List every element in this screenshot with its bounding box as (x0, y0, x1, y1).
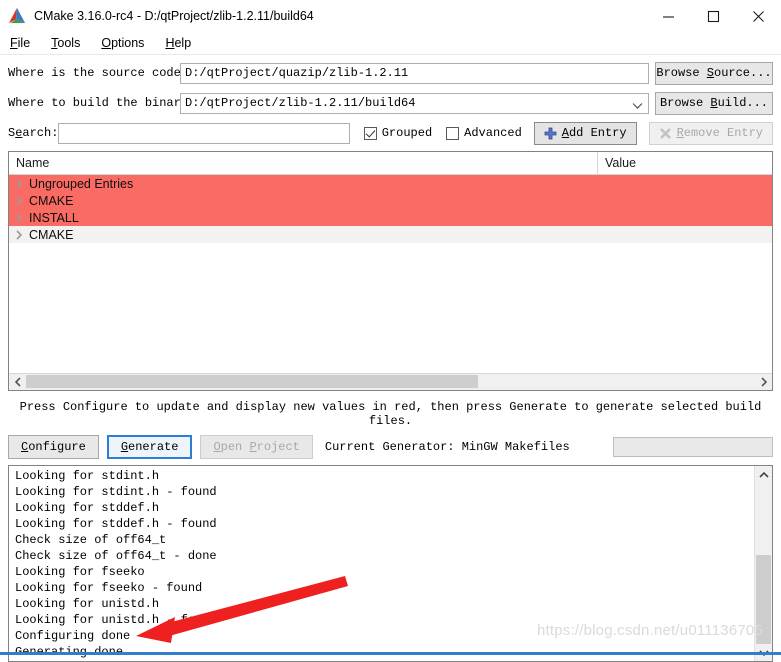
remove-entry-button: Remove Entry (648, 121, 773, 145)
browse-source-button[interactable]: Browse Source... (655, 61, 773, 85)
table-row-name: CMAKE (29, 193, 74, 208)
table-row[interactable]: Ungrouped Entries (9, 175, 772, 192)
scrollbar-track[interactable] (755, 483, 772, 644)
scrollbar-thumb[interactable] (26, 375, 478, 388)
configure-button[interactable]: Configure (8, 435, 99, 459)
expand-chevron-icon[interactable] (9, 195, 29, 206)
browse-build-button[interactable]: Browse Build... (655, 91, 773, 115)
build-label: Where to build the binaries: (8, 96, 210, 110)
table-row-name: CMAKE (29, 227, 74, 242)
table-row[interactable]: CMAKE (9, 192, 772, 209)
cache-entries-table[interactable]: Name Value Ungrouped Entries CMAKE INSTA… (8, 151, 773, 391)
scroll-left-icon[interactable] (9, 374, 26, 390)
action-button-row: Configure Generate Open Project Current … (8, 435, 773, 459)
log-output-panel[interactable]: Looking for stdint.h Looking for stdint.… (8, 465, 773, 662)
browse-build-label: Browse Build... (659, 96, 769, 110)
menu-bar: File Tools Options Help (0, 32, 781, 54)
menu-item-help[interactable]: Help (163, 34, 201, 52)
remove-x-icon (659, 127, 672, 140)
menu-item-tools[interactable]: Tools (49, 34, 90, 52)
current-generator-label: Current Generator: MinGW Makefiles (324, 440, 570, 454)
expand-chevron-icon[interactable] (9, 229, 29, 240)
search-row: Search: Grouped Advanced Add Entry Remov… (8, 121, 773, 145)
menu-item-options[interactable]: Options (99, 34, 154, 52)
search-label: Search: (8, 126, 59, 140)
progress-bar (613, 437, 773, 457)
browse-source-label: Browse Source... (656, 66, 772, 80)
path-form: Where is the source code: D:/qtProject/q… (0, 55, 781, 145)
minimize-icon[interactable] (646, 0, 691, 32)
log-vertical-scrollbar[interactable] (754, 466, 772, 661)
table-header: Name Value (9, 152, 772, 175)
column-header-value[interactable]: Value (597, 152, 772, 174)
remove-entry-label: Remove Entry (676, 126, 763, 140)
open-project-button: Open Project (200, 435, 313, 459)
open-project-label: Open Project (213, 440, 300, 454)
title-bar: CMake 3.16.0-rc4 - D:/qtProject/zlib-1.2… (0, 0, 781, 32)
cmake-logo-icon (7, 6, 27, 26)
search-input[interactable] (58, 122, 350, 144)
menu-item-file-label: ile (17, 36, 31, 50)
column-header-name[interactable]: Name (9, 152, 597, 174)
menu-item-file[interactable]: File (8, 34, 40, 52)
table-row-name: Ungrouped Entries (29, 176, 134, 191)
log-output-text: Looking for stdint.h Looking for stdint.… (15, 469, 217, 659)
menu-item-help-label: elp (174, 36, 192, 50)
table-row[interactable]: CMAKE (9, 226, 772, 243)
chevron-down-icon[interactable] (632, 100, 643, 109)
scroll-up-icon[interactable] (755, 466, 772, 483)
expand-chevron-icon[interactable] (9, 212, 29, 223)
table-horizontal-scrollbar[interactable] (9, 373, 772, 390)
table-row[interactable]: INSTALL (9, 209, 772, 226)
grouped-label: Grouped (381, 126, 433, 140)
grouped-checkbox-box[interactable] (363, 126, 377, 140)
window-controls (646, 0, 781, 32)
build-row: Where to build the binaries: D:/qtProjec… (8, 91, 773, 115)
menu-item-options-label: ptions (111, 36, 145, 50)
maximize-icon[interactable] (691, 0, 736, 32)
build-input-value: D:/qtProject/zlib-1.2.11/build64 (185, 96, 416, 110)
grouped-checkbox[interactable]: Grouped (363, 126, 433, 140)
close-icon[interactable] (736, 0, 781, 32)
advanced-checkbox-box[interactable] (446, 126, 460, 140)
configure-label: Configure (21, 440, 86, 454)
plus-icon (544, 127, 557, 140)
scrollbar-thumb[interactable] (756, 555, 771, 644)
advanced-label: Advanced (464, 126, 522, 140)
generate-button[interactable]: Generate (106, 435, 193, 459)
source-row: Where is the source code: D:/qtProject/q… (8, 61, 773, 85)
menu-item-tools-label: ools (57, 36, 81, 50)
build-input[interactable]: D:/qtProject/zlib-1.2.11/build64 (180, 92, 649, 114)
scrollbar-track[interactable] (26, 374, 755, 390)
window-title: CMake 3.16.0-rc4 - D:/qtProject/zlib-1.2… (34, 9, 314, 23)
table-row-name: INSTALL (29, 210, 79, 225)
status-hint: Press Configure to update and display ne… (19, 400, 762, 428)
add-entry-label: Add Entry (561, 126, 627, 140)
source-input[interactable]: D:/qtProject/quazip/zlib-1.2.11 (180, 62, 649, 84)
advanced-checkbox[interactable]: Advanced (446, 126, 522, 140)
add-entry-button[interactable]: Add Entry (533, 121, 637, 145)
source-label: Where is the source code: (8, 66, 189, 80)
scroll-right-icon[interactable] (755, 374, 772, 390)
expand-chevron-icon[interactable] (9, 178, 29, 189)
table-body: Ungrouped Entries CMAKE INSTALL CMAKE (9, 175, 772, 373)
generate-label: Generate (120, 440, 179, 454)
